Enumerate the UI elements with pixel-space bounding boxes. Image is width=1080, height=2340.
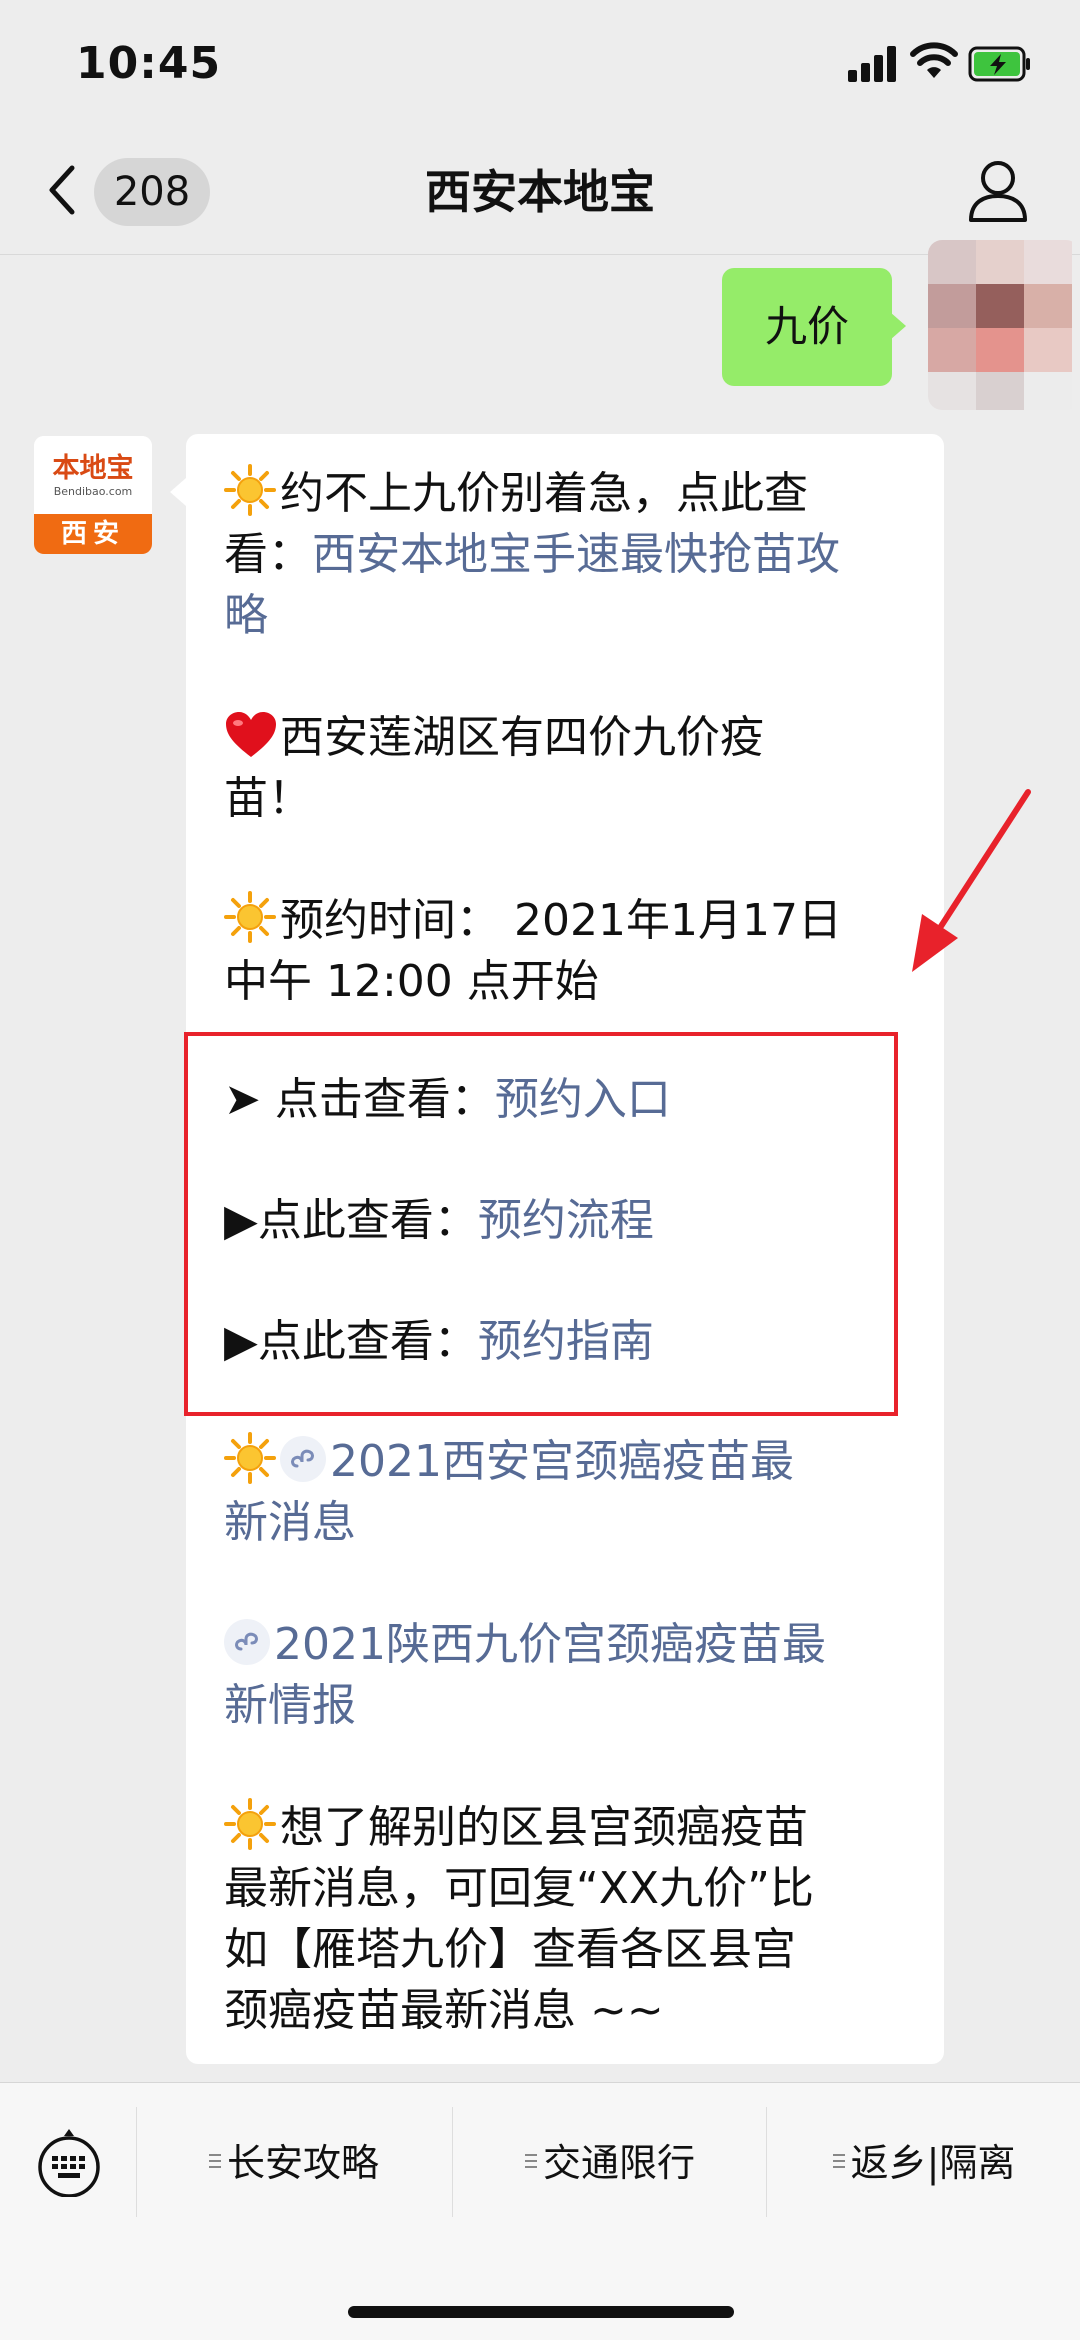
user-avatar[interactable] — [928, 240, 1080, 410]
profile-icon[interactable] — [966, 156, 1030, 224]
reply-line: 如【雁塔九价】查看各区县宫 — [224, 1924, 796, 1975]
menu-item-return-quarantine[interactable]: 返乡|隔离 — [768, 2131, 1080, 2195]
mini-program-link-continued[interactable]: 新消息 — [224, 1492, 924, 1553]
sun-emoji-icon — [224, 1798, 276, 1850]
reply-line: 约不上九价别着急，点此查 — [224, 463, 924, 524]
brand-city: 西安 — [34, 514, 152, 554]
menu-item-changan-guide[interactable]: 长安攻略 — [138, 2131, 450, 2195]
reply-line: 颈癌疫苗最新消息 ~~ — [224, 1985, 664, 2036]
wifi-icon — [910, 42, 958, 78]
brand-logo: 本地宝 Bendibao.com — [34, 436, 152, 514]
menu-divider — [766, 2107, 767, 2217]
cellular-signal-icon — [848, 46, 898, 82]
heart-emoji-icon — [226, 712, 276, 757]
status-bar: 10:45 — [0, 0, 1080, 130]
chat-title: 西安本地宝 — [425, 165, 655, 219]
keyboard-toggle-icon[interactable] — [36, 2127, 102, 2197]
reply-line: 略 — [224, 585, 924, 646]
battery-charging-icon — [968, 46, 1030, 82]
navigation-bar: 208 西安本地宝 — [0, 130, 1080, 255]
reply-bubble-tail — [170, 478, 186, 506]
reply-line: 想了解别的区县宫颈癌疫苗 — [224, 1797, 924, 1858]
submenu-icon — [832, 2154, 845, 2172]
reply-line: 预约时间： 2021年1月17日 — [224, 890, 924, 951]
mini-program-icon — [224, 1619, 270, 1665]
official-account-avatar[interactable]: 本地宝 Bendibao.com 西安 — [34, 436, 152, 554]
submenu-icon — [524, 2154, 537, 2172]
reply-line: 苗！ — [224, 773, 312, 824]
mini-program-link[interactable]: 2021西安宫颈癌疫苗最 — [224, 1431, 924, 1492]
menu-item-traffic-restrictions[interactable]: 交通限行 — [454, 2131, 766, 2195]
mini-program-icon — [280, 1436, 326, 1482]
menu-divider — [136, 2107, 137, 2217]
home-indicator — [348, 2306, 734, 2318]
red-arrow-annotation — [912, 789, 1031, 972]
sun-emoji-icon — [224, 891, 276, 943]
reply-line: 看：西安本地宝手速最快抢苗攻 — [224, 529, 840, 580]
highlight-box — [184, 1032, 898, 1416]
reply-line: 中午 12:00 点开始 — [224, 956, 599, 1007]
reply-line: 最新消息，可回复“XX九价”比 — [224, 1863, 814, 1914]
strategy-link[interactable]: 西安本地宝手速最快抢苗攻 — [312, 529, 840, 580]
mini-program-link-continued[interactable]: 新情报 — [224, 1675, 924, 1736]
sent-message-bubble[interactable]: 九价 — [722, 268, 892, 386]
clock: 10:45 — [76, 38, 222, 89]
mini-program-link[interactable]: 2021陕西九价宫颈癌疫苗最 — [224, 1614, 924, 1675]
sun-emoji-icon — [224, 1432, 276, 1484]
strategy-link-continued[interactable]: 略 — [224, 590, 268, 641]
sun-emoji-icon — [224, 464, 276, 516]
sent-bubble-tail — [890, 312, 906, 340]
bottom-menu: 长安攻略 交通限行 返乡|隔离 — [0, 2082, 1080, 2340]
menu-divider — [452, 2107, 453, 2217]
reply-line: 西安莲湖区有四价九价疫 — [224, 707, 924, 768]
submenu-icon — [208, 2154, 221, 2172]
